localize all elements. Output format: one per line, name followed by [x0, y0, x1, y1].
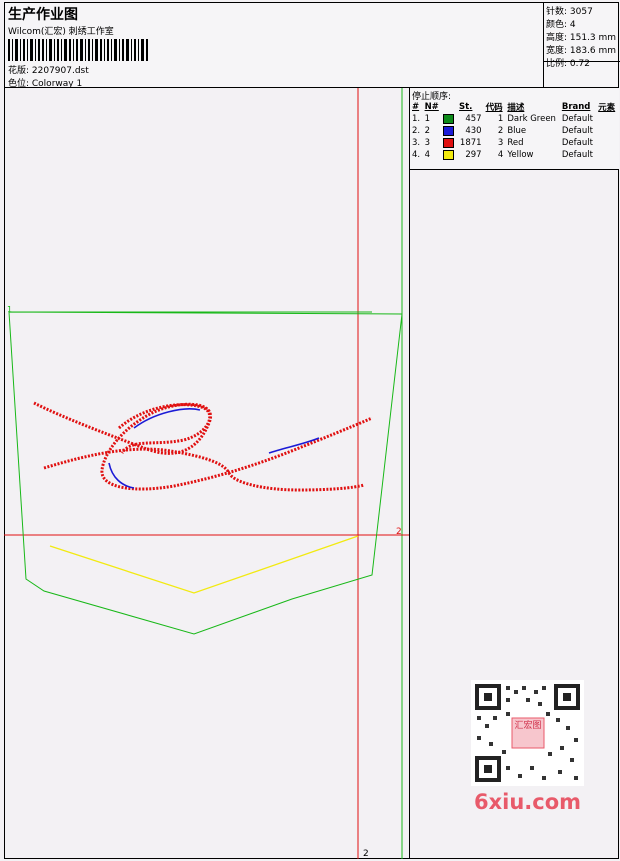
stop-sequence-panel: 停止顺序: # N# St. 代码 描述 Brand 元素 1. 1 457 1 Dar… — [409, 88, 619, 170]
red-stroke-bottom — [43, 447, 365, 492]
col-index: # — [412, 102, 420, 112]
company-name: Wilcom(汇宏) 刺绣工作室 — [8, 27, 114, 37]
row-code: 3 — [497, 138, 504, 148]
col-code: 代码 — [485, 103, 503, 113]
row-stitches: 297 — [465, 150, 482, 160]
row-stitches: 457 — [465, 114, 482, 124]
row-code: 4 — [497, 150, 504, 160]
table-row: 1. 1 457 1 Dark Green Default — [410, 113, 618, 125]
row-swatch — [441, 125, 457, 137]
row-brand: Default — [561, 114, 593, 124]
row-element — [596, 113, 618, 125]
row-stitches: 1871 — [459, 138, 482, 148]
row-n: 3 — [424, 138, 430, 148]
page-title: 生产作业图 — [8, 7, 78, 23]
stitch-count: 针数: 3057 — [546, 7, 593, 17]
row-n: 1 — [424, 114, 430, 124]
red-stroke-loop — [118, 403, 212, 454]
row-swatch — [441, 137, 457, 149]
row-element — [596, 125, 618, 137]
qr-code-icon — [475, 684, 580, 782]
row-element — [596, 137, 618, 149]
col-element: 元素 — [598, 103, 616, 113]
col-stitches: St. — [459, 102, 473, 112]
blue-stroke-3 — [268, 437, 320, 454]
site-logo: 6xiu.com — [474, 790, 582, 814]
color-swatch — [443, 125, 455, 136]
color-count: 颜色: 4 — [546, 20, 576, 30]
color-swatch — [443, 137, 455, 148]
table-row: 3. 3 1871 3 Red Default — [410, 137, 618, 149]
row-index: 4. — [412, 150, 421, 160]
color-swatch — [443, 149, 455, 160]
design-canvas: 2 2 1 — [4, 88, 409, 859]
marker-mid: 2 — [396, 527, 402, 537]
row-n: 4 — [424, 150, 430, 160]
row-desc: Yellow — [507, 150, 534, 160]
yellow-stitch — [49, 535, 359, 594]
stats-divider — [544, 61, 620, 62]
table-row: 2. 2 430 2 Blue Default — [410, 125, 618, 137]
col-n: N# — [424, 102, 439, 112]
barcode — [8, 39, 148, 61]
seal-text: 汇宏图 — [514, 721, 542, 731]
marker-bottom: 2 — [363, 849, 369, 859]
row-swatch — [441, 113, 457, 125]
marker-top: 1 — [7, 305, 12, 314]
row-n: 2 — [424, 126, 430, 136]
row-stitches: 430 — [465, 126, 482, 136]
color-swatch — [443, 113, 455, 124]
red-stroke-top-left — [33, 401, 373, 491]
row-brand: Default — [561, 126, 593, 136]
header: 生产作业图 Wilcom(汇宏) 刺绣工作室 花版: 2207907.dst 色… — [4, 2, 620, 89]
row-code: 2 — [497, 126, 504, 136]
design-width: 宽度: 183.6 mm — [546, 46, 617, 56]
row-code: 1 — [497, 114, 504, 124]
pocket-outline — [8, 311, 403, 635]
design-file: 花版: 2207907.dst — [8, 66, 89, 76]
panel-divider — [409, 170, 410, 859]
design-height: 高度: 151.3 mm — [546, 33, 617, 43]
design-scale: 比例: 0.72 — [546, 59, 590, 69]
stop-sequence-table: # N# St. 代码 描述 Brand 元素 1. 1 457 1 Dark Gree… — [410, 101, 618, 161]
row-index: 2. — [412, 126, 421, 136]
stats-panel: 针数: 3057 颜色: 4 高度: 151.3 mm 宽度: 183.6 mm… — [543, 3, 620, 89]
row-element — [596, 149, 618, 161]
table-header: # N# St. 代码 描述 Brand 元素 — [410, 101, 618, 113]
row-index: 1. — [412, 114, 421, 124]
row-brand: Default — [561, 150, 593, 160]
col-brand: Brand — [561, 102, 591, 112]
red-stitch-group — [33, 401, 373, 492]
row-desc: Blue — [507, 126, 527, 136]
row-swatch — [441, 149, 457, 161]
row-desc: Red — [507, 138, 524, 148]
table-row: 4. 4 297 4 Yellow Default — [410, 149, 618, 161]
row-desc: Dark Green — [507, 114, 556, 124]
qr-watermark: 汇宏图 — [471, 680, 584, 786]
col-desc: 描述 — [507, 103, 525, 113]
row-brand: Default — [561, 138, 593, 148]
row-index: 3. — [412, 138, 421, 148]
